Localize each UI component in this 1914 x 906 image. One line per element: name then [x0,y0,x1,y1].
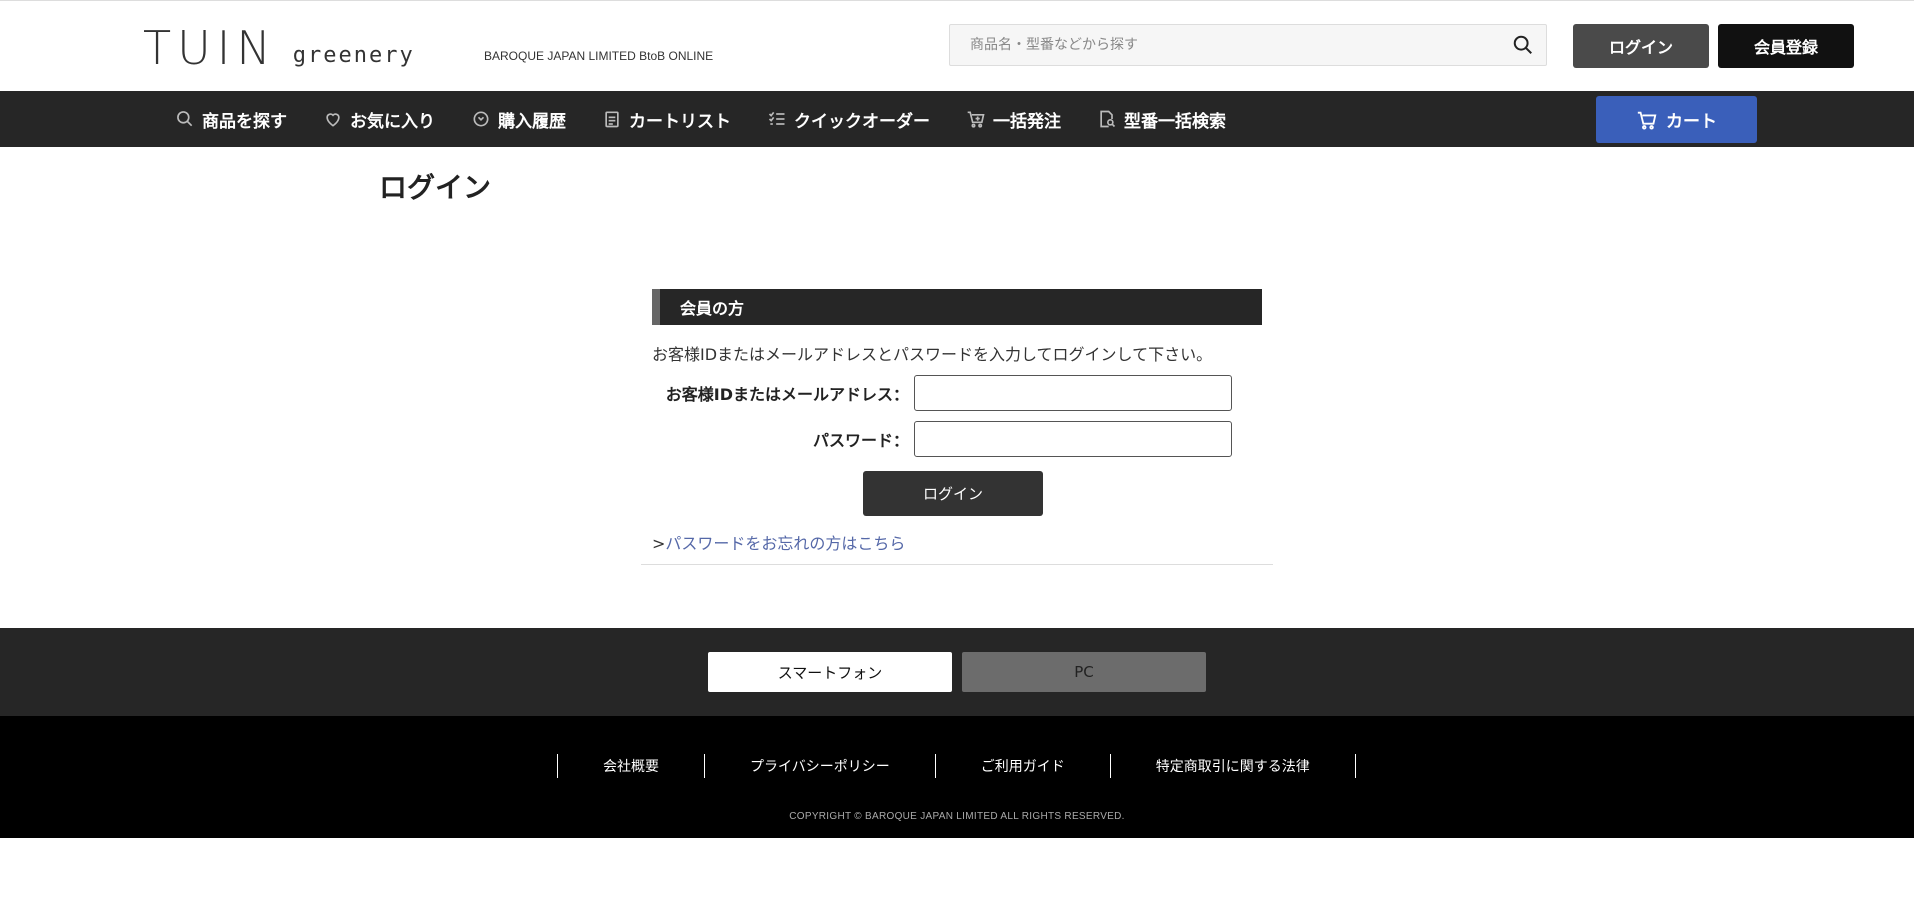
nav-item-bulk-order[interactable]: 一括発注 [966,107,1061,132]
site-tagline: BAROQUE JAPAN LIMITED BtoB ONLINE [484,49,714,63]
nav-item-label: 購入履歴 [498,111,566,132]
nav-item-label: お気に入り [350,111,435,132]
heart-icon [326,113,340,127]
search-icon [177,111,193,127]
main-nav: 商品を探す お気に入り 購入履歴 カートリスト クイックオーダー 一括発注 型番… [0,91,1914,147]
login-form: 会員の方 お客様IDまたはメールアドレスとパスワードを入力してログインして下さい… [641,289,1273,565]
footer-links: 会社概要 プライバシーポリシー ご利用ガイド 特定商取引に関する法律 [557,754,1356,778]
site-footer: 会社概要 プライバシーポリシー ご利用ガイド 特定商取引に関する法律 COPYR… [0,716,1914,838]
device-switch-bar: スマートフォン PC [0,628,1914,716]
cart-button-label: カート [1666,112,1717,132]
login-instructions: お客様IDまたはメールアドレスとパスワードを入力してログインして下さい。 [652,345,1213,364]
cart-icon [1637,111,1657,130]
form-row-id: お客様IDまたはメールアドレス： [641,375,1273,411]
login-submit-button[interactable]: ログイン [863,471,1043,516]
cart-button[interactable]: カート [1596,96,1757,143]
search-icon[interactable] [1512,34,1534,56]
logo-sub-text: greenery [292,43,415,68]
search-input[interactable] [950,25,1510,65]
nav-item-label: クイックオーダー [794,111,930,132]
footer-link-legal[interactable]: 特定商取引に関する法律 [1111,754,1356,778]
checklist-icon [768,111,785,125]
nav-item-label: 商品を探す [202,111,287,132]
cart-plus-icon [967,111,985,128]
id-label: お客様IDまたはメールアドレス： [665,385,909,404]
forgot-password-link[interactable]: >パスワードをお忘れの方はこちら [652,530,905,554]
form-row-password: パスワード： [641,421,1273,457]
site-header: TUIN greenery BAROQUE JAPAN LIMITED BtoB… [0,0,1914,91]
nav-item-quick-order[interactable]: クイックオーダー [767,107,930,132]
forgot-prefix: > [652,534,666,553]
header-register-button[interactable]: 会員登録 [1718,24,1854,68]
site-logo[interactable]: TUIN greenery [143,21,415,75]
footer-link-company[interactable]: 会社概要 [558,754,705,778]
clipboard-icon [605,111,619,128]
footer-link-guide[interactable]: ご利用ガイド [936,754,1111,778]
password-label: パスワード： [812,431,909,450]
forgot-password-text: パスワードをお忘れの方はこちら [665,534,906,553]
header-login-button[interactable]: ログイン [1573,24,1709,68]
nav-item-search-products[interactable]: 商品を探す [175,107,287,132]
page-title: ログイン [379,171,492,204]
footer-link-privacy[interactable]: プライバシーポリシー [705,754,936,778]
search-box [949,24,1547,66]
pc-view-button[interactable]: PC [962,652,1206,692]
divider [641,564,1273,565]
nav-item-label: 型番一括検索 [1124,111,1226,132]
nav-item-favorites[interactable]: お気に入り [323,107,435,132]
nav-item-purchase-history[interactable]: 購入履歴 [471,107,566,132]
smartphone-view-button[interactable]: スマートフォン [708,652,952,692]
clock-icon [473,111,489,127]
logo-main-text: TUIN [143,21,277,75]
password-input[interactable] [914,421,1232,457]
customer-id-input[interactable] [914,375,1232,411]
nav-item-label: カートリスト [629,111,731,132]
nav-item-label: 一括発注 [993,111,1061,132]
nav-item-model-bulk-search[interactable]: 型番一括検索 [1097,107,1226,132]
document-search-icon [1100,110,1116,128]
copyright: COPYRIGHT © BAROQUE JAPAN LIMITED ALL RI… [789,811,1125,822]
section-heading: 会員の方 [652,289,1262,325]
nav-item-cart-list[interactable]: カートリスト [602,107,731,132]
